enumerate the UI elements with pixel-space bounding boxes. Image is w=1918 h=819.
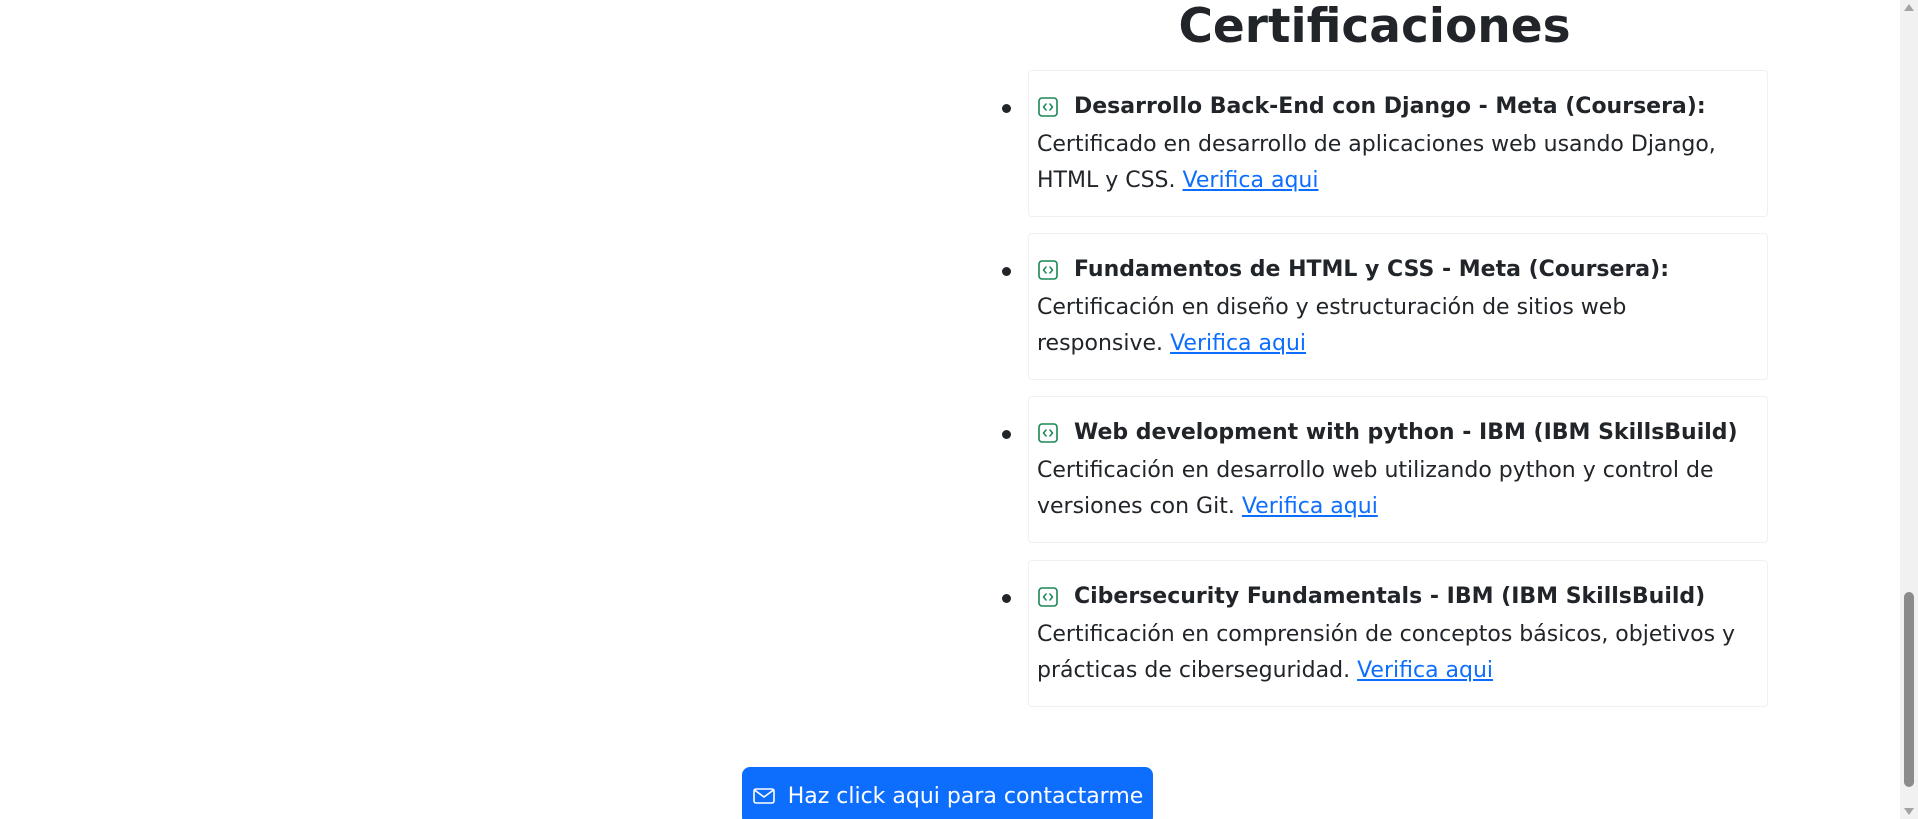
contact-button-label: Haz click aqui para contactarme (787, 783, 1144, 809)
vertical-scrollbar[interactable] (1900, 0, 1918, 819)
certification-title: Fundamentos de HTML y CSS - Meta (Course… (1074, 257, 1669, 282)
scroll-down-arrow-icon[interactable] (1904, 808, 1914, 815)
certification-title: Desarrollo Back-End con Django - Meta (C… (1074, 94, 1706, 119)
certification-card: Web development with python - IBM (IBM S… (1002, 396, 1768, 543)
scroll-up-arrow-icon[interactable] (1904, 4, 1914, 11)
certification-description: Certificación en desarrollo web utilizan… (1037, 453, 1757, 525)
section-title: Certificaciones (1178, 0, 1571, 54)
file-code-icon (1038, 97, 1058, 117)
certification-description: Certificación en diseño y estructuración… (1037, 290, 1757, 362)
list-bullet (1002, 430, 1011, 439)
certification-card: Fundamentos de HTML y CSS - Meta (Course… (1002, 233, 1768, 380)
envelope-icon (752, 788, 775, 804)
certification-card: Desarrollo Back-End con Django - Meta (C… (1002, 70, 1768, 217)
certification-description: Certificación en comprensión de concepto… (1037, 617, 1757, 689)
certification-description: Certificado en desarrollo de aplicacione… (1037, 127, 1757, 199)
certification-title: Web development with python - IBM (IBM S… (1074, 420, 1738, 445)
file-code-icon (1038, 587, 1058, 607)
verify-link[interactable]: Verifica aqui (1170, 331, 1306, 356)
scrollbar-thumb[interactable] (1904, 592, 1914, 787)
list-bullet (1002, 594, 1011, 603)
certification-description-text: Certificación en diseño y estructuración… (1037, 295, 1627, 356)
contact-button[interactable]: Haz click aqui para contactarme (742, 767, 1153, 819)
file-code-icon (1038, 423, 1058, 443)
certification-card: Cibersecurity Fundamentals - IBM (IBM Sk… (1002, 560, 1768, 707)
list-bullet (1002, 104, 1011, 113)
verify-link[interactable]: Verifica aqui (1183, 168, 1319, 193)
certification-description-text: Certificado en desarrollo de aplicacione… (1037, 132, 1716, 193)
list-bullet (1002, 267, 1011, 276)
page: Certificaciones Desarrollo Back-End con … (0, 0, 1918, 819)
verify-link[interactable]: Verifica aqui (1242, 494, 1378, 519)
verify-link[interactable]: Verifica aqui (1357, 658, 1493, 683)
file-code-icon (1038, 260, 1058, 280)
certification-title: Cibersecurity Fundamentals - IBM (IBM Sk… (1074, 584, 1706, 609)
